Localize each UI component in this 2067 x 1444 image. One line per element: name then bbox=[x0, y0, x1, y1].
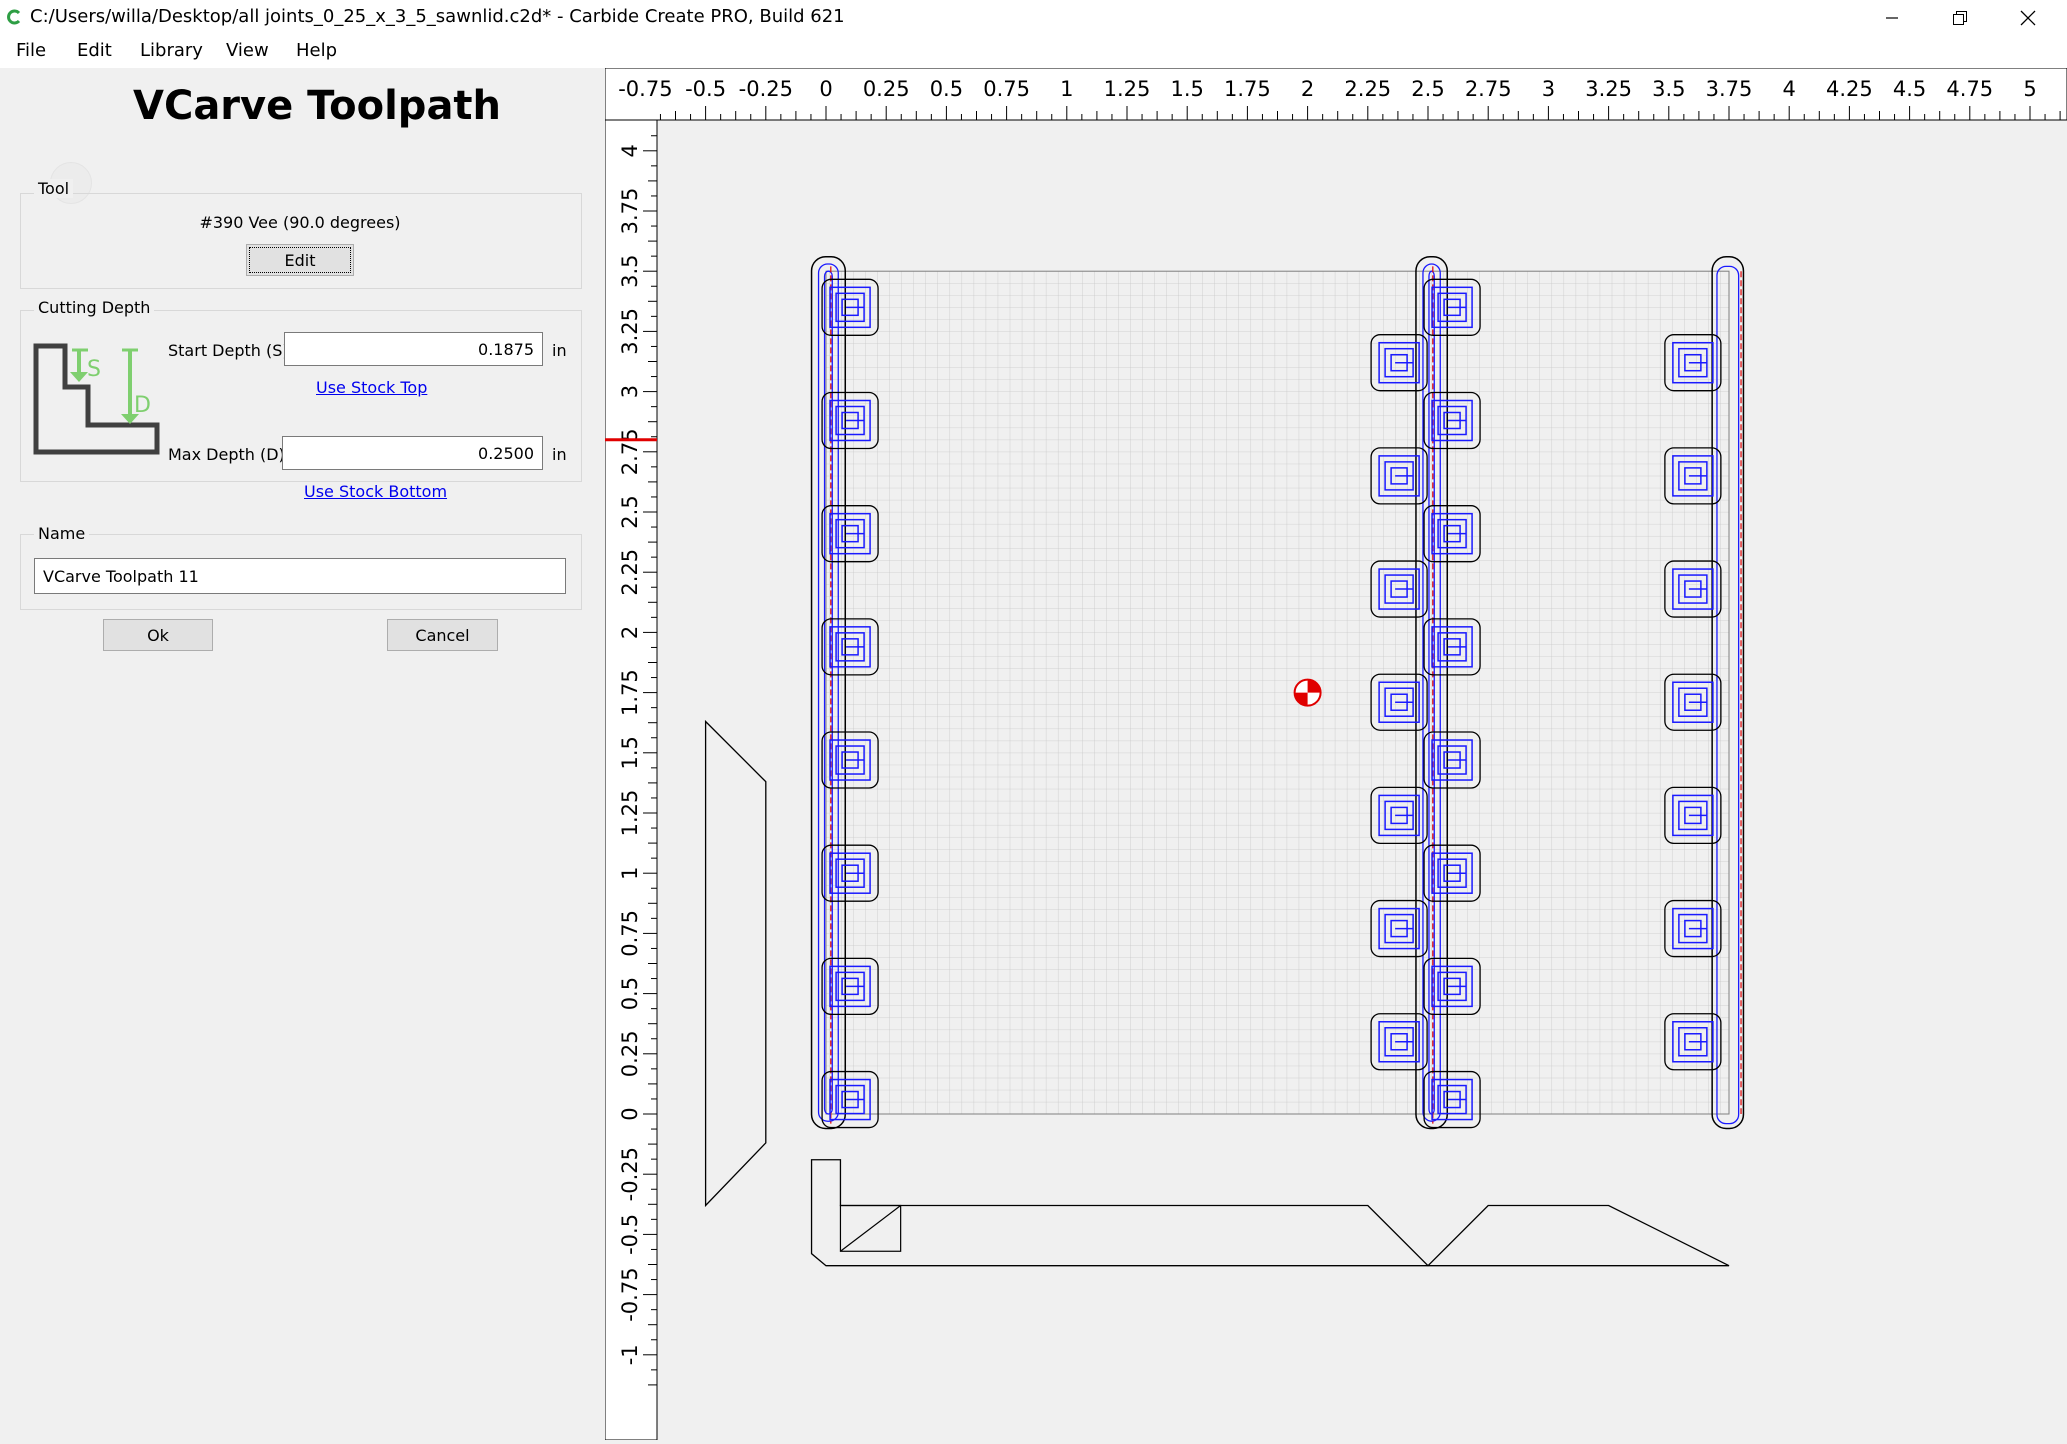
ruler-top-label: 0 bbox=[819, 77, 832, 101]
minimize-icon bbox=[1886, 17, 1898, 19]
diagram-s-label: S bbox=[87, 357, 101, 382]
use-stock-top-link[interactable]: Use Stock Top bbox=[316, 378, 427, 397]
max-depth-input[interactable]: 0.2500 bbox=[282, 436, 543, 470]
use-stock-bottom-link[interactable]: Use Stock Bottom bbox=[304, 482, 447, 501]
ruler-top-label: 1 bbox=[1060, 77, 1073, 101]
menu-bar: File Edit Library View Help bbox=[0, 36, 2067, 68]
ruler-top-label: 1.25 bbox=[1104, 77, 1151, 101]
ok-button[interactable]: Ok bbox=[103, 619, 213, 651]
ruler-left-label: 1.5 bbox=[618, 736, 642, 769]
ruler-top-label: 2.75 bbox=[1465, 77, 1512, 101]
ruler-left-label: 1.25 bbox=[618, 790, 642, 837]
center-marker-icon bbox=[1293, 678, 1322, 707]
tool-name: #390 Vee (90.0 degrees) bbox=[199, 213, 401, 232]
ruler-left-label: 3.25 bbox=[618, 308, 642, 355]
menu-library[interactable]: Library bbox=[136, 40, 207, 61]
ruler-top-label: 3.5 bbox=[1652, 77, 1685, 101]
minimize-button[interactable] bbox=[1858, 0, 1926, 36]
start-depth-input[interactable]: 0.1875 bbox=[284, 332, 543, 366]
restore-button[interactable] bbox=[1926, 0, 1994, 36]
ruler-left-label: 2 bbox=[618, 626, 642, 639]
vertical-ruler: 4 3.75 3.5 3.25 3 2.75 2.5 2.25 2 1.75 1.5 1.25 1 0.7… bbox=[604, 119, 658, 1441]
name-group-label: Name bbox=[34, 524, 90, 543]
ruler-left-label: 0.75 bbox=[618, 910, 642, 957]
ruler-top-label: 4.75 bbox=[1946, 77, 1993, 101]
restore-icon bbox=[1953, 11, 1967, 25]
window-title: C:/Users/willa/Desktop/all joints_0_25_x… bbox=[30, 6, 845, 27]
bottom-profile bbox=[810, 1159, 1730, 1267]
ruler-left-label: 2.5 bbox=[618, 495, 642, 528]
ruler-top-label: 2.5 bbox=[1411, 77, 1444, 101]
toolpath-name-input[interactable]: VCarve Toolpath 11 bbox=[34, 558, 566, 594]
start-depth-label: Start Depth (S) bbox=[168, 341, 289, 360]
max-depth-label: Max Depth (D) bbox=[168, 445, 285, 464]
ruler-top-label: 0.75 bbox=[983, 77, 1030, 101]
ruler-left-label: -0.25 bbox=[618, 1147, 642, 1201]
panel-title: VCarve Toolpath bbox=[133, 83, 502, 129]
canvas-svg[interactable]: -0.75 -0.5 -0.25 0 0.25 0.5 0.75 1 1.25 1.5 1.75 2 2… bbox=[604, 67, 2067, 1441]
ruler-top-label: -0.25 bbox=[739, 77, 793, 101]
side-profile bbox=[704, 719, 767, 1208]
ruler-left-label: 3.5 bbox=[618, 254, 642, 287]
stock-grid bbox=[825, 270, 1730, 1115]
ruler-left-label: 3 bbox=[618, 385, 642, 398]
ruler-top-label: 4.5 bbox=[1893, 77, 1926, 101]
toolpath-panel: VCarve Toolpath Tool #390 Vee (90.0 degr… bbox=[0, 68, 600, 1440]
ruler-top-label: -0.5 bbox=[685, 77, 726, 101]
ruler-top-label: 3.25 bbox=[1585, 77, 1632, 101]
carbide-create-icon bbox=[7, 9, 21, 25]
ruler-left-label: -0.75 bbox=[618, 1267, 642, 1321]
ruler-top-label: 0.5 bbox=[930, 77, 963, 101]
ruler-left-label: 1.75 bbox=[618, 669, 642, 716]
ruler-left-label: 0.25 bbox=[618, 1030, 642, 1077]
max-depth-unit: in bbox=[552, 445, 567, 464]
ruler-top-label: -0.75 bbox=[618, 77, 672, 101]
ruler-top-label: 2 bbox=[1301, 77, 1314, 101]
workpiece bbox=[704, 256, 1745, 1267]
ruler-left-label: 0 bbox=[618, 1107, 642, 1120]
title-bar: C:/Users/willa/Desktop/all joints_0_25_x… bbox=[0, 0, 2067, 36]
ruler-left-label: 2.25 bbox=[618, 549, 642, 596]
cancel-button[interactable]: Cancel bbox=[387, 619, 498, 651]
ruler-left-label: 4 bbox=[618, 144, 642, 157]
start-depth-unit: in bbox=[552, 341, 567, 360]
close-icon bbox=[2020, 10, 2036, 26]
ruler-top-label: 4.25 bbox=[1826, 77, 1873, 101]
ruler-left-label: 1 bbox=[618, 867, 642, 880]
horizontal-ruler: -0.75 -0.5 -0.25 0 0.25 0.5 0.75 1 1.25 1.5 1.75 2 2… bbox=[604, 67, 2067, 121]
menu-help[interactable]: Help bbox=[292, 40, 341, 61]
ruler-top-label: 5 bbox=[2023, 77, 2036, 101]
ruler-top-label: 4 bbox=[1783, 77, 1796, 101]
cutting-depth-label: Cutting Depth bbox=[34, 298, 155, 317]
close-button[interactable] bbox=[1994, 0, 2062, 36]
ruler-left-label: -1 bbox=[618, 1344, 642, 1365]
ruler-top-label: 1.5 bbox=[1170, 77, 1203, 101]
diagram-d-label: D bbox=[134, 393, 151, 418]
ruler-left-label: 2.75 bbox=[618, 428, 642, 475]
ruler-top-label: 2.25 bbox=[1344, 77, 1391, 101]
ruler-top-label: 1.75 bbox=[1224, 77, 1271, 101]
ruler-left-label: 3.75 bbox=[618, 188, 642, 235]
menu-file[interactable]: File bbox=[12, 40, 50, 61]
ruler-left-label: -0.5 bbox=[618, 1214, 642, 1255]
ruler-top-label: 3.75 bbox=[1706, 77, 1753, 101]
depth-diagram: S D bbox=[33, 343, 160, 455]
menu-view[interactable]: View bbox=[222, 40, 273, 61]
ruler-top-label: 3 bbox=[1542, 77, 1555, 101]
ruler-top-label: 0.25 bbox=[863, 77, 910, 101]
edit-tool-button[interactable]: Edit bbox=[246, 244, 354, 276]
ruler-left-label: 0.5 bbox=[618, 977, 642, 1010]
menu-edit[interactable]: Edit bbox=[73, 40, 116, 61]
design-canvas[interactable]: -0.75 -0.5 -0.25 0 0.25 0.5 0.75 1 1.25 1.5 1.75 2 2… bbox=[604, 67, 2067, 1441]
tool-group-label: Tool bbox=[34, 179, 74, 198]
